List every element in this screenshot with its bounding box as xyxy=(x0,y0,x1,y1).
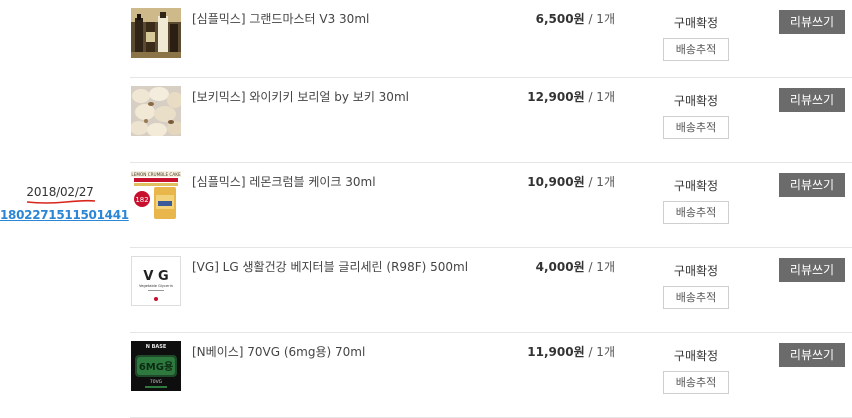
write-review-button[interactable]: 리뷰쓰기 xyxy=(779,258,845,282)
order-status: 구매확정 xyxy=(673,264,719,278)
price-amount: 11,900원 xyxy=(527,345,585,359)
write-review-button[interactable]: 리뷰쓰기 xyxy=(779,173,845,197)
order-item: [보키믹스] 와이키키 보리얼 by 보키 30ml 12,900원 / 1개 … xyxy=(130,78,852,163)
price-amount: 6,500원 xyxy=(535,12,585,26)
bottle-product-image xyxy=(131,8,181,58)
write-review-button[interactable]: 리뷰쓰기 xyxy=(779,343,845,367)
svg-text:V G: V G xyxy=(143,269,168,284)
vg-product-image: V G Vegetable Glycerin xyxy=(131,256,181,306)
order-status: 구매확정 xyxy=(673,179,719,193)
product-price: 11,900원 / 1개 xyxy=(490,343,615,360)
lemon-cake-product-image: LEMON CRUMBLE CAKE 182 xyxy=(131,171,181,221)
product-thumbnail[interactable] xyxy=(131,86,181,136)
quantity: / 1개 xyxy=(588,12,615,26)
quantity: / 1개 xyxy=(588,175,615,189)
order-number-link[interactable]: 1802271511501441 xyxy=(0,208,129,222)
product-price: 12,900원 / 1개 xyxy=(490,88,615,105)
price-amount: 4,000원 xyxy=(535,260,585,274)
order-item: [심플믹스] 그랜드마스터 V3 30ml 6,500원 / 1개 구매확정 배… xyxy=(130,0,852,78)
cereal-product-image xyxy=(131,86,181,136)
quantity: / 1개 xyxy=(588,90,615,104)
product-price: 4,000원 / 1개 xyxy=(490,258,615,275)
order-status: 구매확정 xyxy=(673,349,719,363)
track-shipping-button[interactable]: 배송추적 xyxy=(663,286,729,309)
product-thumbnail[interactable] xyxy=(131,8,181,58)
order-item: N BASE 6MG용 70VG [N베이스] 70VG (6mg용) 70ml… xyxy=(130,333,852,418)
order-item: LEMON CRUMBLE CAKE 182 [심플믹스] 레몬크럼블 케이크 … xyxy=(130,163,852,248)
product-name[interactable]: [VG] LG 생활건강 베지터블 글리세린 (R98F) 500ml xyxy=(192,258,468,275)
product-thumbnail[interactable]: LEMON CRUMBLE CAKE 182 xyxy=(131,171,181,221)
write-review-button[interactable]: 리뷰쓰기 xyxy=(779,10,845,34)
svg-text:N BASE: N BASE xyxy=(146,344,167,350)
price-amount: 12,900원 xyxy=(527,90,585,104)
svg-text:182: 182 xyxy=(135,196,148,204)
product-name[interactable]: [심플믹스] 그랜드마스터 V3 30ml xyxy=(192,10,369,27)
quantity: / 1개 xyxy=(588,345,615,359)
order-info: 2018/02/27 1802271511501441 xyxy=(0,0,129,417)
track-shipping-button[interactable]: 배송추적 xyxy=(663,201,729,224)
product-name[interactable]: [보키믹스] 와이키키 보리얼 by 보키 30ml xyxy=(192,88,409,105)
quantity: / 1개 xyxy=(588,260,615,274)
svg-text:6MG용: 6MG용 xyxy=(139,361,173,373)
svg-text:70VG: 70VG xyxy=(150,379,163,385)
track-shipping-button[interactable]: 배송추적 xyxy=(663,38,729,61)
write-review-button[interactable]: 리뷰쓰기 xyxy=(779,88,845,112)
order-status: 구매확정 xyxy=(673,16,719,30)
order-date: 2018/02/27 xyxy=(26,185,94,199)
order-item: V G Vegetable Glycerin [VG] LG 생활건강 베지터블… xyxy=(130,248,852,333)
product-thumbnail[interactable]: V G Vegetable Glycerin xyxy=(131,256,181,306)
svg-text:Vegetable Glycerin: Vegetable Glycerin xyxy=(139,284,173,288)
product-thumbnail[interactable]: N BASE 6MG용 70VG xyxy=(131,341,181,391)
order-status: 구매확정 xyxy=(673,94,719,108)
order-item-list: [심플믹스] 그랜드마스터 V3 30ml 6,500원 / 1개 구매확정 배… xyxy=(130,0,852,418)
price-amount: 10,900원 xyxy=(527,175,585,189)
product-name[interactable]: [심플믹스] 레몬크럼블 케이크 30ml xyxy=(192,173,376,190)
track-shipping-button[interactable]: 배송추적 xyxy=(663,116,729,139)
product-price: 10,900원 / 1개 xyxy=(490,173,615,190)
svg-text:LEMON CRUMBLE CAKE: LEMON CRUMBLE CAKE xyxy=(131,172,181,177)
track-shipping-button[interactable]: 배송추적 xyxy=(663,371,729,394)
nbase-product-image: N BASE 6MG용 70VG xyxy=(131,341,181,391)
product-name[interactable]: [N베이스] 70VG (6mg용) 70ml xyxy=(192,343,365,360)
product-price: 6,500원 / 1개 xyxy=(490,10,615,27)
date-underline-mark xyxy=(26,199,96,204)
